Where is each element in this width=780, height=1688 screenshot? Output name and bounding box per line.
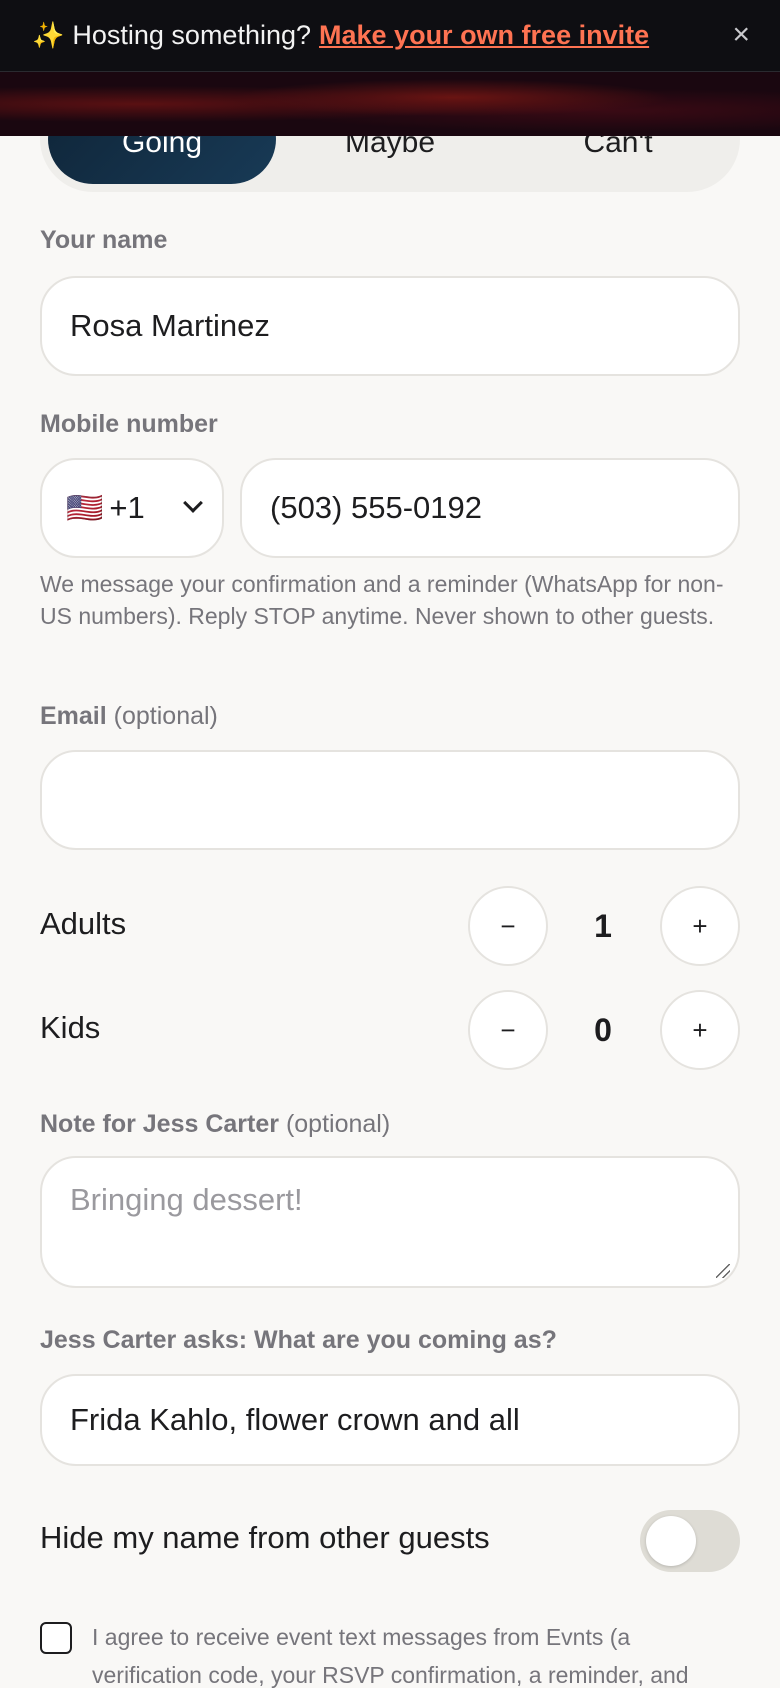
adults-decrement-button[interactable]: −: [468, 886, 548, 966]
note-textarea[interactable]: Bringing dessert!: [40, 1156, 740, 1288]
country-code-select[interactable]: 🇺🇸 +1: [40, 458, 224, 558]
kids-count: 0: [594, 1012, 612, 1048]
event-hero-image: [0, 72, 780, 136]
promo-banner: ✨ Hosting something? Make your own free …: [0, 0, 780, 72]
note-optional-note: (optional): [285, 1110, 391, 1138]
banner-text: Hosting something?: [72, 20, 312, 50]
host-question-label: Jess Carter asks: What are you coming as…: [40, 1326, 557, 1354]
toggle-knob: [646, 1516, 696, 1566]
kids-label: Kids: [40, 1010, 101, 1045]
host-question-input[interactable]: Frida Kahlo, flower crown and all: [40, 1374, 740, 1466]
note-placeholder: Bringing dessert!: [70, 1182, 303, 1217]
sms-consent-text: I agree to receive event text messages f…: [92, 1624, 689, 1688]
name-value: Rosa Martinez: [70, 308, 270, 343]
mobile-label: Mobile number: [40, 410, 218, 438]
note-label: Note for Jess Carter (optional): [40, 1110, 390, 1139]
phone-input[interactable]: (503) 555-0192: [240, 458, 740, 558]
host-question-value: Frida Kahlo, flower crown and all: [70, 1402, 520, 1437]
chevron-down-icon: [183, 493, 203, 513]
phone-value: (503) 555-0192: [270, 490, 482, 525]
adults-increment-button[interactable]: +: [660, 886, 740, 966]
kids-increment-button[interactable]: +: [660, 990, 740, 1070]
name-label: Your name: [40, 226, 168, 254]
email-label: Email (optional): [40, 702, 218, 731]
name-input[interactable]: Rosa Martinez: [40, 276, 740, 376]
email-optional-note: (optional): [113, 702, 218, 730]
country-code: +1: [109, 490, 145, 525]
us-flag-icon: 🇺🇸: [66, 491, 104, 525]
adults-count: 1: [594, 908, 612, 944]
sms-consent-checkbox[interactable]: [40, 1622, 72, 1654]
sparkle-icon: ✨: [32, 20, 65, 50]
email-input[interactable]: [40, 750, 740, 850]
close-icon[interactable]: ×: [732, 20, 750, 50]
hide-name-toggle[interactable]: [640, 1510, 740, 1572]
resize-handle-icon[interactable]: [716, 1264, 730, 1278]
note-label-text: Note for Jess Carter: [40, 1110, 279, 1138]
adults-label: Adults: [40, 906, 127, 941]
hide-name-label: Hide my name from other guests: [40, 1520, 490, 1555]
make-invite-link[interactable]: Make your own free invite: [319, 20, 649, 51]
email-label-text: Email: [40, 702, 107, 730]
kids-decrement-button[interactable]: −: [468, 990, 548, 1070]
mobile-help-text: We message your confirmation and a remin…: [40, 571, 724, 629]
